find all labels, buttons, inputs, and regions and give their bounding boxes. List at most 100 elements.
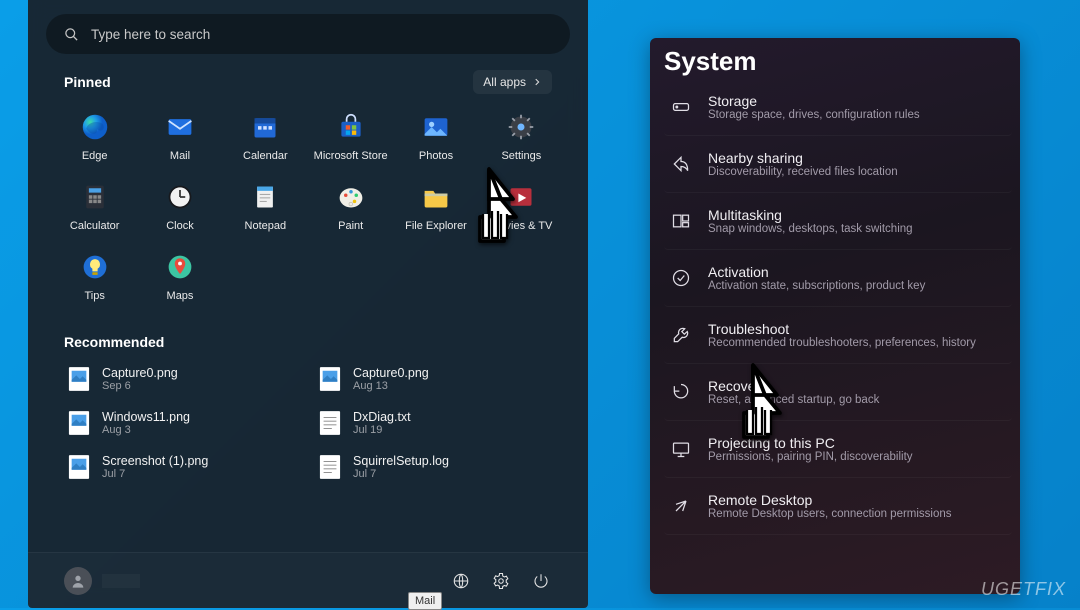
file-date: Jul 7: [102, 468, 208, 480]
share-icon: [670, 153, 692, 175]
system-item-title: Recovery: [708, 378, 879, 394]
app-label: Photos: [419, 150, 453, 162]
system-item-troubleshoot[interactable]: TroubleshootRecommended troubleshooters,…: [664, 307, 1012, 364]
system-item-desc: Discoverability, received files location: [708, 166, 898, 178]
troubleshoot-icon: [670, 324, 692, 346]
gear-icon: [492, 572, 510, 590]
recommended-item[interactable]: Capture0.pngAug 13: [313, 360, 554, 398]
explorer-icon: [419, 180, 453, 214]
project-icon: [670, 438, 692, 460]
system-item-desc: Recommended troubleshooters, preferences…: [708, 337, 976, 349]
app-photos[interactable]: Photos: [393, 104, 478, 170]
app-tips[interactable]: Tips: [52, 244, 137, 310]
file-icon: [66, 364, 92, 394]
system-item-title: Nearby sharing: [708, 150, 898, 166]
movies-icon: [504, 180, 538, 214]
system-item-share[interactable]: Nearby sharingDiscoverability, received …: [664, 136, 1012, 193]
recommended-grid: Capture0.pngSep 6 Capture0.pngAug 13 Windo…: [28, 360, 588, 486]
edge-icon: [78, 110, 112, 144]
system-item-desc: Permissions, pairing PIN, discoverabilit…: [708, 451, 913, 463]
remote-icon: [670, 495, 692, 517]
system-item-desc: Snap windows, desktops, task switching: [708, 223, 913, 235]
all-apps-button[interactable]: All apps: [473, 70, 552, 94]
search-icon: [64, 27, 79, 42]
all-apps-label: All apps: [483, 75, 526, 89]
system-settings-panel: System StorageStorage space, drives, con…: [650, 38, 1020, 594]
file-date: Jul 7: [353, 468, 449, 480]
app-label: Movies & TV: [490, 220, 552, 232]
app-label: Calculator: [70, 220, 120, 232]
recommended-item[interactable]: Screenshot (1).pngJul 7: [62, 448, 303, 486]
system-item-desc: Remote Desktop users, connection permiss…: [708, 508, 952, 520]
system-item-multitask[interactable]: MultitaskingSnap windows, desktops, task…: [664, 193, 1012, 250]
app-label: Calendar: [243, 150, 288, 162]
photos-icon: [419, 110, 453, 144]
tips-icon: [78, 250, 112, 284]
file-icon: [317, 364, 343, 394]
system-item-title: Storage: [708, 93, 920, 109]
app-store[interactable]: Microsoft Store: [308, 104, 393, 170]
app-clock[interactable]: Clock: [137, 174, 222, 240]
person-icon: [70, 573, 86, 589]
file-name: Windows11.png: [102, 410, 190, 424]
file-name: DxDiag.txt: [353, 410, 411, 424]
system-item-storage[interactable]: StorageStorage space, drives, configurat…: [664, 79, 1012, 136]
app-movies[interactable]: Movies & TV: [479, 174, 564, 240]
recommended-item[interactable]: Capture0.pngSep 6: [62, 360, 303, 398]
system-item-title: Remote Desktop: [708, 492, 952, 508]
user-avatar[interactable]: [64, 567, 92, 595]
app-label: Edge: [82, 150, 108, 162]
system-item-title: Projecting to this PC: [708, 435, 913, 451]
search-input[interactable]: Type here to search: [46, 14, 570, 54]
power-button[interactable]: [530, 570, 552, 592]
network-button[interactable]: [450, 570, 472, 592]
system-item-activation[interactable]: ActivationActivation state, subscription…: [664, 250, 1012, 307]
app-mail[interactable]: Mail: [137, 104, 222, 170]
app-paint[interactable]: Paint: [308, 174, 393, 240]
system-item-remote[interactable]: Remote DesktopRemote Desktop users, conn…: [664, 478, 1012, 535]
username-placeholder: [102, 574, 140, 588]
system-item-title: Multitasking: [708, 207, 913, 223]
app-maps[interactable]: Maps: [137, 244, 222, 310]
calculator-icon: [78, 180, 112, 214]
recommended-item[interactable]: SquirrelSetup.logJul 7: [313, 448, 554, 486]
chevron-right-icon: [532, 77, 542, 87]
file-date: Jul 19: [353, 424, 411, 436]
app-edge[interactable]: Edge: [52, 104, 137, 170]
file-date: Sep 6: [102, 380, 178, 392]
app-label: Settings: [501, 150, 541, 162]
app-notepad[interactable]: Notepad: [223, 174, 308, 240]
settings-button[interactable]: [490, 570, 512, 592]
app-explorer[interactable]: File Explorer: [393, 174, 478, 240]
maps-icon: [163, 250, 197, 284]
calendar-icon: [248, 110, 282, 144]
file-name: Screenshot (1).png: [102, 454, 208, 468]
system-list: StorageStorage space, drives, configurat…: [650, 79, 1020, 594]
file-icon: [66, 408, 92, 438]
activation-icon: [670, 267, 692, 289]
clock-icon: [163, 180, 197, 214]
system-item-recovery[interactable]: RecoveryReset, advanced startup, go back: [664, 364, 1012, 421]
mail-icon: [163, 110, 197, 144]
app-label: Notepad: [245, 220, 287, 232]
recommended-item[interactable]: Windows11.pngAug 3: [62, 404, 303, 442]
watermark: UGETFIX: [981, 579, 1066, 600]
app-calculator[interactable]: Calculator: [52, 174, 137, 240]
file-icon: [317, 408, 343, 438]
search-placeholder: Type here to search: [91, 27, 210, 42]
notepad-icon: [248, 180, 282, 214]
recommended-item[interactable]: DxDiag.txtJul 19: [313, 404, 554, 442]
app-label: File Explorer: [405, 220, 467, 232]
multitask-icon: [670, 210, 692, 232]
system-item-desc: Storage space, drives, configuration rul…: [708, 109, 920, 121]
app-label: Maps: [167, 290, 194, 302]
app-settings[interactable]: Settings: [479, 104, 564, 170]
app-label: Clock: [166, 220, 194, 232]
app-calendar[interactable]: Calendar: [223, 104, 308, 170]
file-icon: [66, 452, 92, 482]
power-icon: [532, 572, 550, 590]
system-item-project[interactable]: Projecting to this PCPermissions, pairin…: [664, 421, 1012, 478]
app-label: Mail: [170, 150, 190, 162]
recommended-heading: Recommended: [64, 334, 164, 350]
pinned-grid: Edge Mail Calendar Microsoft Store Photos Set…: [28, 104, 588, 310]
